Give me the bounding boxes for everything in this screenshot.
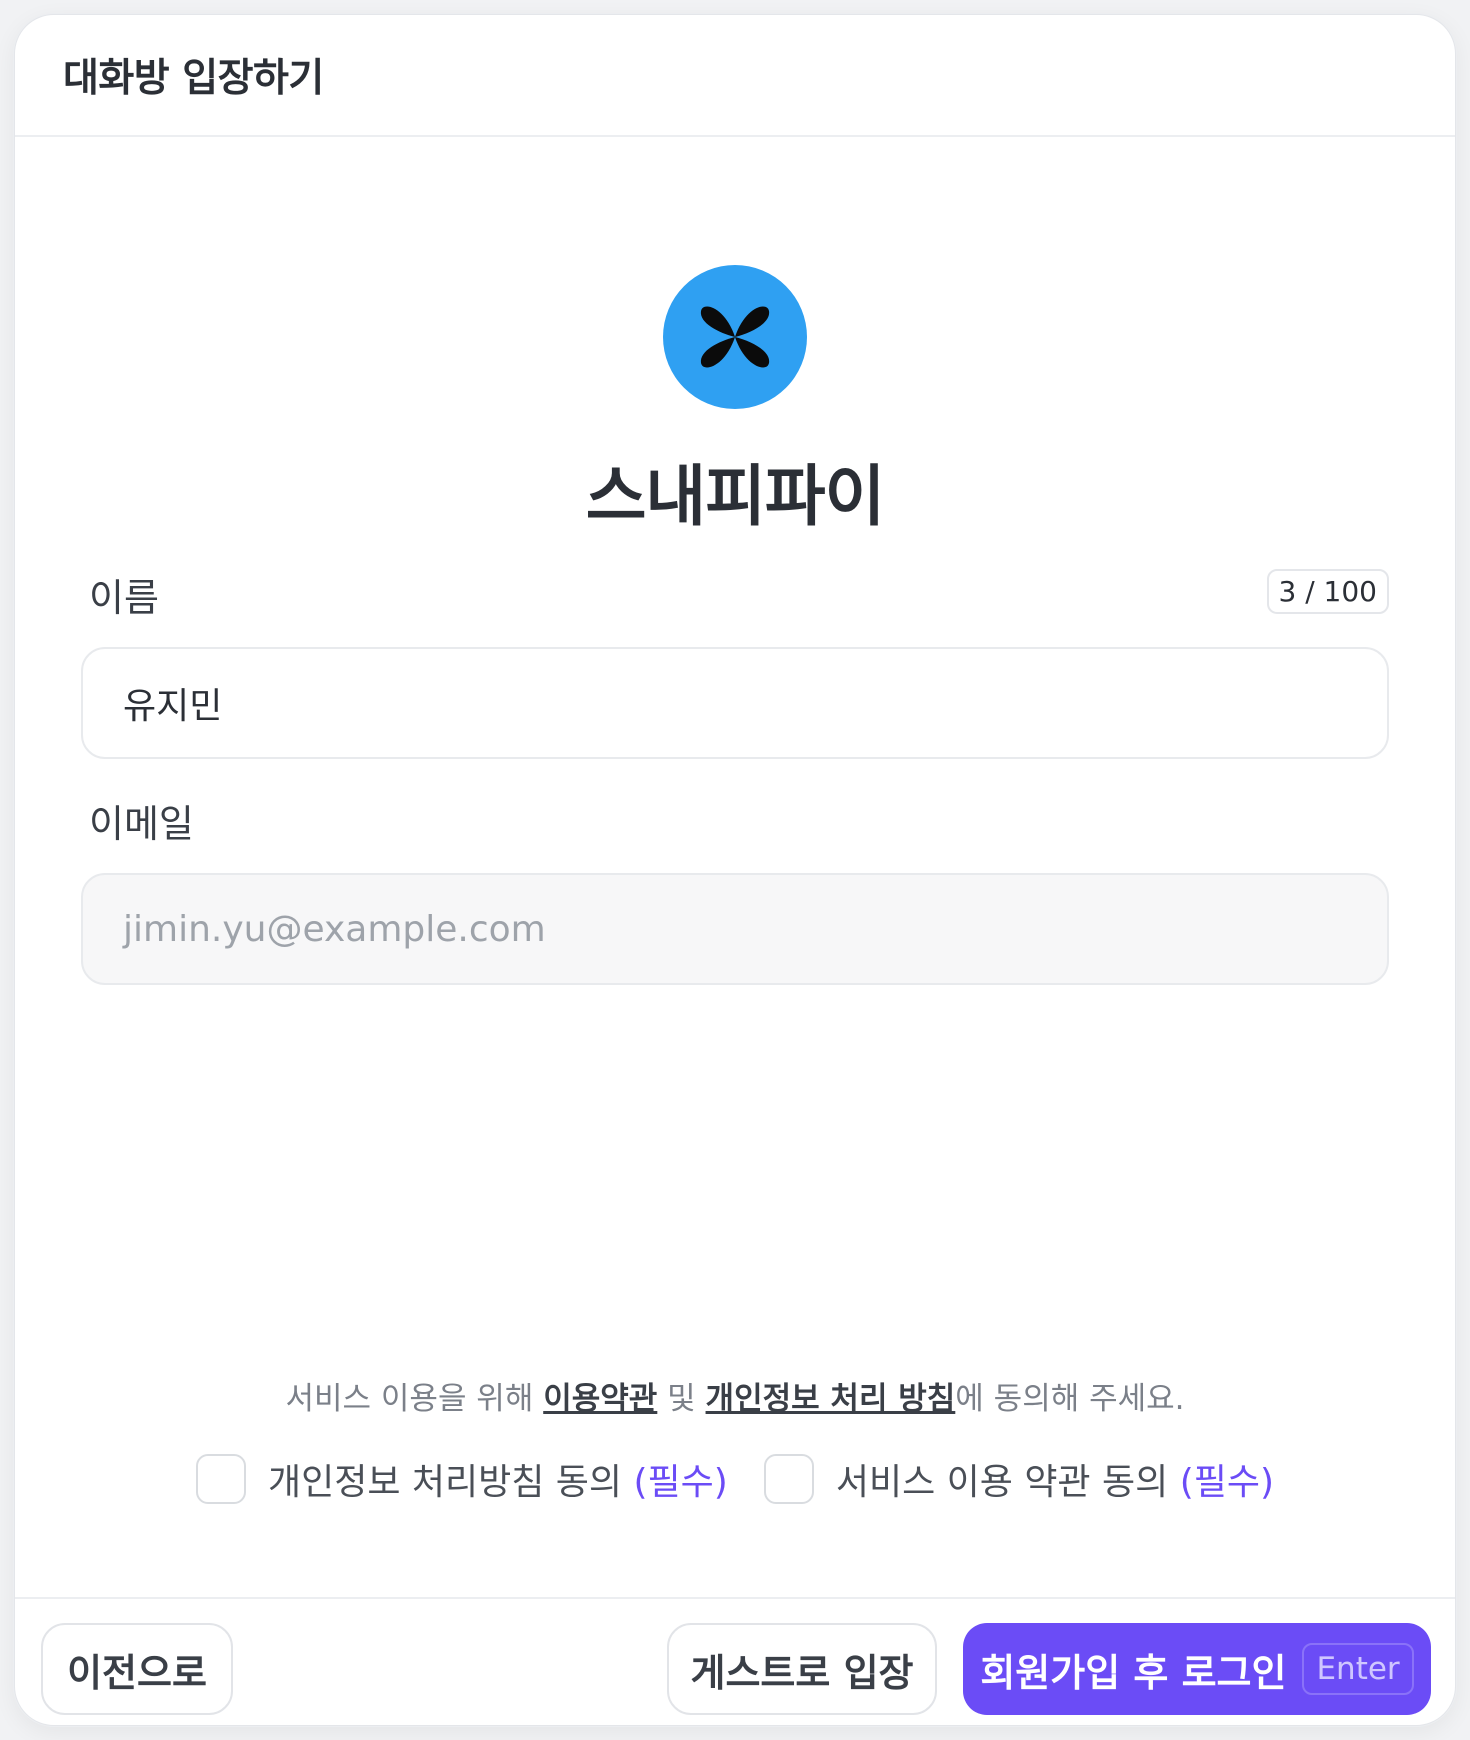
modal-footer: 이전으로 게스트로 입장 회원가입 후 로그인 Enter (15, 1597, 1455, 1725)
terms-consent-text: 서비스 이용 약관 동의 (필수) (836, 1453, 1274, 1505)
butterfly-x-icon (700, 306, 770, 368)
brand-logo (663, 265, 807, 409)
guest-enter-button[interactable]: 게스트로 입장 (667, 1623, 937, 1715)
privacy-consent-label: 개인정보 처리방침 동의 (267, 1462, 634, 1503)
terms-consent-checkbox[interactable] (763, 1454, 814, 1504)
name-char-counter: 3 / 100 (1266, 569, 1389, 614)
email-input[interactable]: jimin.yu@example.com (81, 873, 1389, 985)
signup-login-button[interactable]: 회원가입 후 로그인 Enter (963, 1623, 1431, 1715)
enter-chatroom-modal: 대화방 입장하기 스내피파이 이름 3 / 100 유지민 이메일 jimin.… (14, 14, 1456, 1726)
brand-block: 스내피파이 (15, 265, 1455, 539)
privacy-consent-option[interactable]: 개인정보 처리방침 동의 (필수) (195, 1453, 728, 1505)
name-input[interactable]: 유지민 (81, 647, 1389, 759)
required-tag: (필수) (633, 1462, 728, 1503)
privacy-consent-checkbox[interactable] (195, 1454, 246, 1504)
email-field: 이메일 jimin.yu@example.com (81, 793, 1389, 985)
consent-prefix: 서비스 이용을 위해 (285, 1381, 544, 1417)
signup-login-label: 회원가입 후 로그인 (980, 1650, 1287, 1695)
name-field: 이름 3 / 100 유지민 (81, 567, 1389, 759)
back-button[interactable]: 이전으로 (41, 1623, 233, 1715)
privacy-consent-text: 개인정보 처리방침 동의 (필수) (268, 1453, 728, 1505)
modal-header: 대화방 입장하기 (15, 15, 1455, 137)
privacy-policy-link[interactable]: 개인정보 처리 방침 (706, 1381, 956, 1417)
email-label: 이메일 (89, 802, 194, 846)
consent-middle: 및 (657, 1381, 706, 1417)
brand-name: 스내피파이 (585, 458, 886, 535)
consent-checkboxes: 개인정보 처리방침 동의 (필수) 서비스 이용 약관 동의 (필수) (15, 1453, 1455, 1505)
consent-notice: 서비스 이용을 위해 이용약관 및 개인정보 처리 방침에 동의해 주세요. (15, 1373, 1455, 1418)
terms-consent-label: 서비스 이용 약관 동의 (835, 1462, 1180, 1503)
terms-consent-option[interactable]: 서비스 이용 약관 동의 (필수) (763, 1453, 1274, 1505)
consent-suffix: 에 동의해 주세요. (955, 1381, 1185, 1417)
enter-shortcut-badge: Enter (1302, 1643, 1414, 1695)
terms-link[interactable]: 이용약관 (543, 1381, 657, 1417)
name-label: 이름 (89, 576, 159, 620)
required-tag: (필수) (1179, 1462, 1275, 1503)
modal-title: 대화방 입장하기 (63, 56, 324, 101)
